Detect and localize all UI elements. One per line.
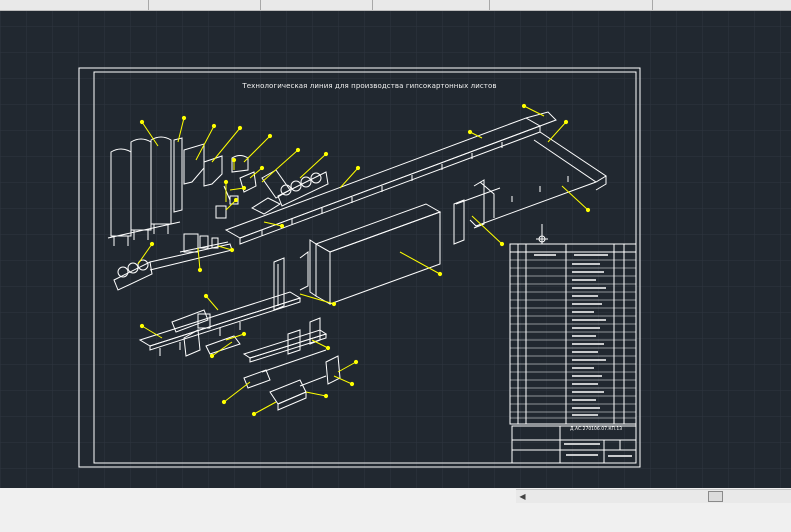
drawing-viewport[interactable]: Технологическая линия для производства г… bbox=[0, 11, 791, 488]
drawing-title: Технологическая линия для производства г… bbox=[242, 82, 497, 90]
top-toolbar bbox=[0, 0, 791, 11]
scrollbar-thumb[interactable] bbox=[708, 491, 723, 502]
scroll-left-icon[interactable]: ◀ bbox=[516, 490, 529, 503]
stamp-document-code: Д.АС.270106.07.КП.13 bbox=[570, 427, 623, 432]
horizontal-scrollbar[interactable]: ◀ bbox=[516, 489, 791, 503]
